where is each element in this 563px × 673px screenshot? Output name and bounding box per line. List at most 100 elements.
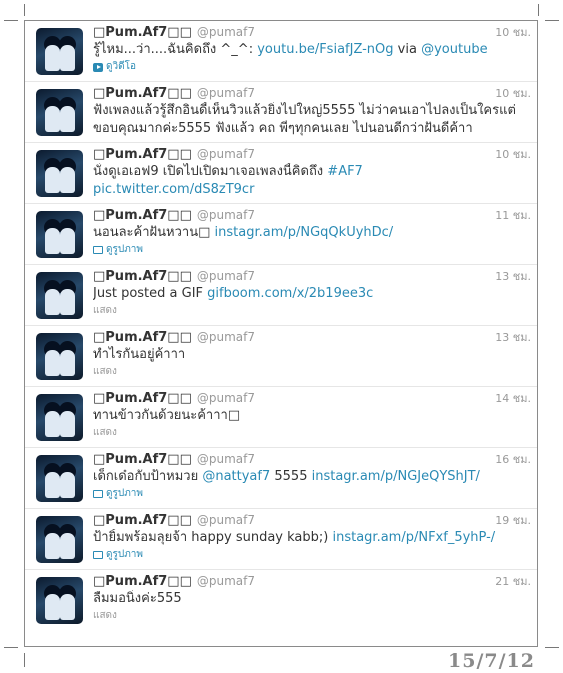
timestamp[interactable]: 13 ชม.	[495, 329, 531, 346]
tweet-item[interactable]: □Pum.Af7□□ @pumaf7 16 ชม. เด็กเด๋อกับป้าหมว…	[25, 448, 537, 509]
meta-label: ดูรูปภาพ	[106, 549, 144, 560]
avatar[interactable]	[36, 89, 83, 136]
photo-icon	[93, 246, 103, 254]
timestamp[interactable]: 10 ชม.	[495, 85, 531, 102]
meta-label: ดูรูปภาพ	[106, 488, 144, 499]
expand-link[interactable]: แสดง	[93, 609, 531, 623]
tweet-link[interactable]: instagr.am/p/NFxf_5yhP-/	[332, 530, 495, 545]
crop-mark	[24, 653, 25, 667]
timestamp[interactable]: 11 ชม.	[495, 207, 531, 224]
expand-link[interactable]: แสดง	[93, 426, 531, 440]
meta-label: ดูรูปภาพ	[106, 244, 144, 255]
tweet-timeline: □Pum.Af7□□ @pumaf7 10 ชม. รู้ไหม...ว่า....ฉ…	[24, 20, 538, 647]
avatar[interactable]	[36, 28, 83, 75]
tweet-text-segment: ทานข้าวกันด้วยนะค้าาา□	[93, 408, 241, 423]
username[interactable]: @pumaf7	[197, 574, 255, 588]
username[interactable]: @pumaf7	[197, 25, 255, 39]
meta-label: แสดง	[93, 366, 117, 377]
tweet-text-segment: รู้ไหม...ว่า....ฉันคิดถึง ^_^:	[93, 42, 258, 57]
tweet-text: ทานข้าวกันด้วยนะค้าาา□	[93, 407, 531, 425]
tweet-item[interactable]: □Pum.Af7□□ @pumaf7 19 ชม. ป้ายิ้มพร้อมลุยจ้…	[25, 509, 537, 570]
tweet-text: ลืมมอนิ่งค่ะ555	[93, 590, 531, 608]
display-name[interactable]: □Pum.Af7□□	[93, 86, 192, 101]
expand-link[interactable]: แสดง	[93, 365, 531, 379]
photo-icon	[93, 490, 103, 498]
tweet-item[interactable]: □Pum.Af7□□ @pumaf7 10 ชม. นั่งดูเอเอฟ9 เปิด…	[25, 143, 537, 204]
view-video-link[interactable]: ดูวิดีโอ	[93, 60, 531, 74]
tweet-text: ฟังเพลงแล้วรู้สึกอินดี้เห็นวิวแล้วยิ่งไป…	[93, 102, 531, 120]
tweet-text: ขอบคุณมากค่ะ5555 ฟังแล้ว คถ พี่ๆทุกคนเลย…	[93, 120, 531, 138]
timestamp[interactable]: 21 ชม.	[495, 573, 531, 590]
tweet-item[interactable]: □Pum.Af7□□ @pumaf7 14 ชม. ทานข้าวกันด้วยนะค…	[25, 387, 537, 448]
tweet-item[interactable]: □Pum.Af7□□ @pumaf7 13 ชม. ทำไรกันอยู่ค้าาาแ…	[25, 326, 537, 387]
view-photo-link[interactable]: ดูรูปภาพ	[93, 487, 531, 501]
tweet-text-segment: 5555	[270, 469, 312, 484]
tweet-link[interactable]: @youtube	[421, 42, 487, 57]
crop-mark	[24, 4, 25, 16]
avatar[interactable]	[36, 394, 83, 441]
tweet-text-segment: ขอบคุณมากค่ะ5555 ฟังแล้ว คถ พี่ๆทุกคนเลย…	[93, 121, 473, 136]
tweet-item[interactable]: □Pum.Af7□□ @pumaf7 10 ชม. รู้ไหม...ว่า....ฉ…	[25, 21, 537, 82]
tweet-text-segment: เด็กเด๋อกับป้าหมวย	[93, 469, 203, 484]
tweet-text-segment: ฟังเพลงแล้วรู้สึกอินดี้เห็นวิวแล้วยิ่งไป…	[93, 103, 516, 118]
tweet-link[interactable]: youtu.be/FsiafJZ-nOg	[257, 42, 393, 57]
timestamp[interactable]: 14 ชม.	[495, 390, 531, 407]
timestamp[interactable]: 10 ชม.	[495, 146, 531, 163]
crop-mark	[545, 647, 559, 648]
display-name[interactable]: □Pum.Af7□□	[93, 269, 192, 284]
avatar[interactable]	[36, 333, 83, 380]
tweet-item[interactable]: □Pum.Af7□□ @pumaf7 11 ชม. นอนละค้าฝันหวาน□ …	[25, 204, 537, 265]
display-name[interactable]: □Pum.Af7□□	[93, 574, 192, 589]
avatar[interactable]	[36, 150, 83, 197]
tweet-link[interactable]: instagr.am/p/NGJeQYShJT/	[312, 469, 480, 484]
display-name[interactable]: □Pum.Af7□□	[93, 208, 192, 223]
username[interactable]: @pumaf7	[197, 330, 255, 344]
view-photo-link[interactable]: ดูรูปภาพ	[93, 243, 531, 257]
username[interactable]: @pumaf7	[197, 513, 255, 527]
crop-mark	[4, 647, 18, 648]
username[interactable]: @pumaf7	[197, 391, 255, 405]
display-name[interactable]: □Pum.Af7□□	[93, 147, 192, 162]
tweet-text: เด็กเด๋อกับป้าหมวย @nattyaf7 5555 instag…	[93, 468, 531, 486]
date-stamp: 15/7/12	[448, 650, 535, 672]
view-photo-link[interactable]: ดูรูปภาพ	[93, 548, 531, 562]
avatar[interactable]	[36, 577, 83, 624]
tweet-text-segment: นั่งดูเอเอฟ9 เปิดไปเปิดมาเจอเพลงนี้คิดถึ…	[93, 164, 328, 179]
timestamp[interactable]: 19 ชม.	[495, 512, 531, 529]
tweet-text-segment: ลืมมอนิ่งค่ะ555	[93, 591, 182, 606]
avatar[interactable]	[36, 211, 83, 258]
tweet-text: นอนละค้าฝันหวาน□ instagr.am/p/NGqQkUyhDc…	[93, 224, 531, 242]
username[interactable]: @pumaf7	[197, 269, 255, 283]
avatar[interactable]	[36, 516, 83, 563]
meta-label: ดูวิดีโอ	[106, 61, 136, 72]
tweet-text-segment: Just posted a GIF	[93, 286, 208, 301]
tweet-item[interactable]: □Pum.Af7□□ @pumaf7 10 ชม. ฟังเพลงแล้วรู้สึก…	[25, 82, 537, 143]
tweet-link[interactable]: @nattyaf7	[202, 469, 270, 484]
expand-link[interactable]: แสดง	[93, 304, 531, 318]
meta-label: แสดง	[93, 610, 117, 621]
username[interactable]: @pumaf7	[197, 208, 255, 222]
video-icon	[93, 62, 103, 72]
username[interactable]: @pumaf7	[197, 147, 255, 161]
timestamp[interactable]: 16 ชม.	[495, 451, 531, 468]
tweet-link[interactable]: instagr.am/p/NGqQkUyhDc/	[215, 225, 394, 240]
tweet-link[interactable]: pic.twitter.com/dS8zT9cr	[93, 182, 254, 197]
avatar[interactable]	[36, 455, 83, 502]
tweet-item[interactable]: □Pum.Af7□□ @pumaf7 13 ชม. Just posted a GIF…	[25, 265, 537, 326]
display-name[interactable]: □Pum.Af7□□	[93, 452, 192, 467]
tweet-text-segment: ทำไรกันอยู่ค้าาา	[93, 347, 186, 362]
timestamp[interactable]: 10 ชม.	[495, 24, 531, 41]
display-name[interactable]: □Pum.Af7□□	[93, 330, 192, 345]
tweet-link[interactable]: gifboom.com/x/2b19ee3c	[207, 286, 373, 301]
timestamp[interactable]: 13 ชม.	[495, 268, 531, 285]
display-name[interactable]: □Pum.Af7□□	[93, 513, 192, 528]
meta-label: แสดง	[93, 427, 117, 438]
username[interactable]: @pumaf7	[197, 86, 255, 100]
avatar[interactable]	[36, 272, 83, 319]
display-name[interactable]: □Pum.Af7□□	[93, 25, 192, 40]
tweet-link[interactable]: #AF7	[327, 164, 363, 179]
tweet-item[interactable]: □Pum.Af7□□ @pumaf7 21 ชม. ลืมมอนิ่งค่ะ555 แส…	[25, 570, 537, 631]
username[interactable]: @pumaf7	[197, 452, 255, 466]
display-name[interactable]: □Pum.Af7□□	[93, 391, 192, 406]
crop-mark	[538, 4, 539, 16]
